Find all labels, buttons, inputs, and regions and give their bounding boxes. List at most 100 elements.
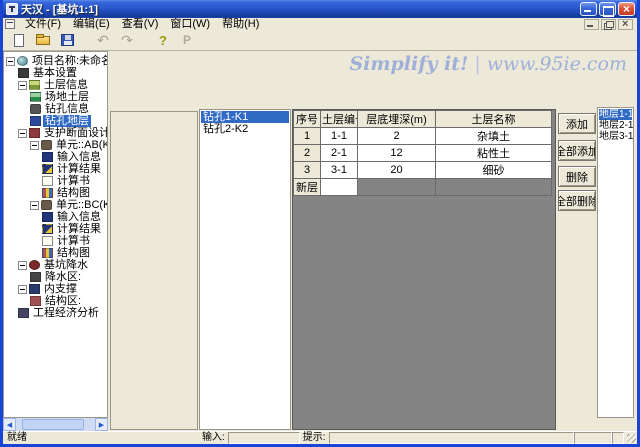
print-preview-button[interactable]: P	[177, 32, 197, 49]
row-header: 2	[294, 145, 321, 162]
cell-layer-no-new[interactable]	[321, 179, 358, 196]
col-header-depth: 层底埋深(m)	[358, 111, 436, 128]
cell-layer-no[interactable]: 3-1	[321, 162, 358, 179]
strata-list-item[interactable]: 地层1-1	[599, 109, 632, 120]
structure-fig-icon	[42, 188, 53, 198]
maximize-button[interactable]	[599, 2, 616, 16]
table-row: 1 1-1 2 杂填土	[294, 128, 552, 145]
undo-button[interactable]: ↶	[93, 32, 113, 49]
menu-view[interactable]: 查看(V)	[116, 18, 165, 30]
calc-report-icon	[42, 236, 53, 246]
menu-help[interactable]: 帮助(H)	[216, 18, 265, 30]
tree-item-dewatering[interactable]: 基坑降水	[4, 259, 107, 271]
expand-toggle[interactable]	[18, 285, 27, 294]
strata-list-item[interactable]: 地层2-1	[599, 120, 632, 131]
cell-depth[interactable]: 12	[358, 145, 436, 162]
status-ready-text: 就绪	[3, 432, 199, 444]
expand-toggle[interactable]	[18, 261, 27, 270]
tree-item-calc-report-bc[interactable]: 计算书	[4, 235, 107, 247]
cell-depth-new	[358, 179, 436, 196]
delete-button[interactable]: 删除	[558, 166, 596, 187]
menu-window[interactable]: 窗口(W)	[164, 18, 216, 30]
tree-item-input-info-ab[interactable]: 输入信息	[4, 151, 107, 163]
status-bar: 就绪 输入: 提示:	[3, 431, 637, 444]
tree-item-economic-analysis[interactable]: 工程经济分析	[4, 307, 107, 319]
expand-toggle[interactable]	[30, 141, 39, 150]
mdi-client-area: Simplify it!|www.95ie.com 项目名称:未命名基坑 基本设…	[3, 51, 637, 431]
tree-item-unit-bc[interactable]: 单元::BC(K2)	[4, 199, 107, 211]
save-button[interactable]	[57, 32, 77, 49]
tree-horizontal-scrollbar[interactable]: ◀ ▶	[3, 418, 108, 431]
undo-icon: ↶	[97, 33, 109, 47]
menu-file[interactable]: 文件(F)	[19, 18, 67, 30]
borehole-list-item[interactable]: 钻孔2-K2	[201, 123, 289, 135]
tree-item-borehole-info[interactable]: 钻孔信息	[4, 103, 107, 115]
new-document-icon	[14, 34, 24, 47]
tree-item-calc-result-ab[interactable]: 计算结果	[4, 163, 107, 175]
mdi-restore-button[interactable]	[601, 19, 616, 30]
tree-item-soil-info[interactable]: 土层信息	[4, 79, 107, 91]
menu-edit[interactable]: 编辑(E)	[67, 18, 116, 30]
delete-all-button[interactable]: 全部删除	[558, 190, 596, 211]
tree-item-basic-settings[interactable]: 基本设置	[4, 67, 107, 79]
resize-grip[interactable]	[624, 432, 637, 444]
close-button[interactable]	[618, 2, 635, 16]
expand-toggle[interactable]	[18, 81, 27, 90]
redo-button[interactable]: ↷	[117, 32, 137, 49]
expand-toggle[interactable]	[30, 201, 39, 210]
tree-item-structure-fig-bc[interactable]: 结构图	[4, 247, 107, 259]
toolbar: ↶ ↷ ? P	[3, 30, 637, 51]
calc-result-icon	[42, 224, 53, 234]
preview-panel	[110, 111, 198, 430]
tree-item-unit-ab[interactable]: 单元::AB(K2)	[4, 139, 107, 151]
col-header-name: 土层名称	[436, 111, 552, 128]
cell-depth[interactable]: 20	[358, 162, 436, 179]
scroll-left-arrow[interactable]: ◀	[3, 418, 16, 431]
project-tree: 项目名称:未命名基坑 基本设置 土层信息 场地土层 钻孔信息 钻孔地层 支护断面…	[3, 51, 108, 418]
cell-name[interactable]: 杂填土	[436, 128, 552, 145]
col-header-index: 序号	[294, 111, 321, 128]
tree-item-structure-zone[interactable]: 结构区:	[4, 295, 107, 307]
calc-report-icon	[42, 176, 53, 186]
cell-name[interactable]: 细砂	[436, 162, 552, 179]
minimize-button[interactable]	[580, 2, 597, 16]
help-button[interactable]: ?	[153, 32, 173, 49]
tree-item-support-design[interactable]: 支护断面设计	[4, 127, 107, 139]
scroll-right-arrow[interactable]: ▶	[95, 418, 108, 431]
tree-item-calc-report-ab[interactable]: 计算书	[4, 175, 107, 187]
dewater-zone-icon	[30, 272, 41, 282]
add-all-button[interactable]: 全部添加	[558, 140, 596, 161]
expand-toggle[interactable]	[18, 129, 27, 138]
strata-list-item[interactable]: 地层3-1	[599, 131, 632, 142]
tree-item-structure-fig-ab[interactable]: 结构图	[4, 187, 107, 199]
add-button[interactable]: 添加	[558, 113, 596, 134]
cell-layer-no[interactable]: 2-1	[321, 145, 358, 162]
unit-icon	[41, 200, 52, 210]
scrollbar-thumb[interactable]	[22, 419, 84, 430]
tree-item-project[interactable]: 项目名称:未命名基坑	[4, 55, 107, 67]
cell-name[interactable]: 粘性土	[436, 145, 552, 162]
row-header: 3	[294, 162, 321, 179]
print-preview-icon: P	[183, 33, 191, 47]
expand-toggle[interactable]	[6, 57, 15, 66]
borehole-list-item[interactable]: 钻孔1-K1	[201, 111, 289, 123]
document-icon[interactable]	[5, 19, 15, 29]
new-button[interactable]	[9, 32, 29, 49]
borehole-list: 钻孔1-K1 钻孔2-K2	[199, 109, 291, 430]
tree-item-input-info-bc[interactable]: 输入信息	[4, 211, 107, 223]
mdi-minimize-button[interactable]	[584, 19, 599, 30]
open-button[interactable]	[33, 32, 53, 49]
cell-layer-no[interactable]: 1-1	[321, 128, 358, 145]
tree-item-calc-result-bc[interactable]: 计算结果	[4, 223, 107, 235]
cell-depth[interactable]: 2	[358, 128, 436, 145]
open-folder-icon	[36, 36, 50, 45]
tree-item-inner-support[interactable]: 内支撑	[4, 283, 107, 295]
input-info-icon	[42, 212, 53, 222]
soil-table: 序号 土层编号 层底埋深(m) 土层名称 1 1-1 2 杂填土 2 2-1 1…	[293, 110, 552, 196]
settings-icon	[18, 68, 29, 78]
tree-item-site-soil[interactable]: 场地土层	[4, 91, 107, 103]
inner-support-icon	[29, 284, 40, 294]
tree-item-dewater-zone[interactable]: 降水区:	[4, 271, 107, 283]
tree-item-borehole-strata[interactable]: 钻孔地层	[4, 115, 107, 127]
mdi-close-button[interactable]	[618, 19, 633, 30]
